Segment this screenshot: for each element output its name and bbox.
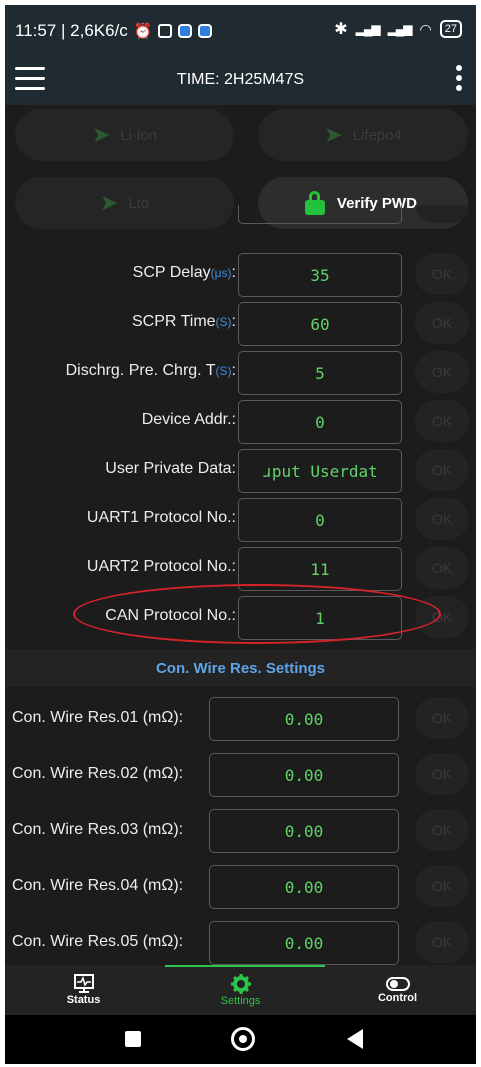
- ok-button[interactable]: OK: [415, 547, 469, 589]
- tab-control[interactable]: Control: [319, 965, 476, 1015]
- ok-button[interactable]: OK: [415, 921, 469, 963]
- red-highlight-ring: [73, 584, 441, 644]
- wire-label: Con. Wire Res.02 (mΩ):: [12, 765, 184, 782]
- send-arrow-icon: ➤: [99, 190, 119, 215]
- ok-button[interactable]: OK: [415, 253, 469, 295]
- status-bar: 11:57 | 2,6K6/c ⏰ ✱ ▂▄▆ ▂▄▆ ◠ 27: [5, 5, 476, 55]
- setting-label: UART2 Protocol No.:: [86, 558, 236, 575]
- tab-control-label: Control: [377, 992, 418, 1004]
- ok-button[interactable]: OK: [415, 498, 469, 540]
- ok-button[interactable]: OK: [415, 865, 469, 907]
- tab-status-label: Status: [66, 994, 101, 1006]
- battery-icon: 27: [439, 20, 462, 38]
- messenger-icon: [178, 24, 193, 38]
- wire-label: Con. Wire Res.03 (mΩ):: [12, 821, 184, 838]
- setting-label: User Private Data:: [105, 460, 236, 477]
- status-time: 11:57 | 2,6K6/c: [15, 21, 128, 40]
- setting-label: UART1 Protocol No.:: [86, 509, 236, 526]
- toggle-icon: [385, 977, 410, 991]
- bottom-navigation: Status Settings Control: [5, 965, 476, 1015]
- recents-button[interactable]: [125, 1031, 141, 1047]
- partial-field-above: [238, 205, 402, 224]
- alarm-icon: ⏰: [133, 23, 153, 40]
- setting-label: SCPR Time(S):: [131, 313, 236, 330]
- signal-icon: ▂▄▆: [355, 22, 381, 36]
- telegram-icon: [198, 24, 213, 38]
- signal-icon-2: ▂▄▆: [387, 22, 413, 36]
- ok-button[interactable]: OK: [415, 400, 469, 442]
- preset-lto-label: Lto: [128, 194, 150, 212]
- device-addr-input[interactable]: 0: [238, 400, 402, 444]
- ok-button[interactable]: OK: [415, 809, 469, 851]
- wire-res-02-input[interactable]: 0.00: [209, 753, 399, 797]
- scp-delay-input[interactable]: 35: [238, 253, 402, 297]
- scpr-time-input[interactable]: 60: [238, 302, 402, 346]
- system-navigation-bar: [5, 1015, 476, 1064]
- wire-label: Con. Wire Res.05 (mΩ):: [12, 933, 184, 950]
- user-private-data-input[interactable]: ɹput Userdat: [238, 449, 402, 493]
- wire-res-04-input[interactable]: 0.00: [209, 865, 399, 909]
- uart1-protocol-input[interactable]: 0: [238, 498, 402, 542]
- ok-button[interactable]: OK: [415, 753, 469, 795]
- send-arrow-icon: ➤: [91, 122, 111, 147]
- preset-lifepo4-button[interactable]: ➤ Lifepo4: [258, 109, 468, 161]
- wire-label: Con. Wire Res.04 (mΩ):: [12, 877, 184, 894]
- ok-button[interactable]: OK: [415, 449, 469, 491]
- ok-button[interactable]: OK: [415, 351, 469, 393]
- tab-status[interactable]: Status: [5, 965, 162, 1015]
- wire-res-05-input[interactable]: 0.00: [209, 921, 399, 965]
- gear-icon: [230, 974, 251, 994]
- preset-li-ion-button[interactable]: ➤ Li-ion: [15, 109, 234, 161]
- app-bar: TIME: 2H25M47S: [5, 55, 476, 105]
- setting-label: SCP Delay(μs):: [132, 264, 236, 281]
- wire-res-01-input[interactable]: 0.00: [209, 697, 399, 741]
- app-title: TIME: 2H25M47S: [176, 71, 305, 88]
- wire-label: Con. Wire Res.01 (mΩ):: [12, 709, 184, 726]
- bluetooth-icon: ✱: [334, 21, 348, 38]
- tab-settings-label: Settings: [220, 995, 261, 1007]
- tab-settings[interactable]: Settings: [162, 965, 319, 1015]
- back-button[interactable]: [347, 1029, 363, 1049]
- home-button[interactable]: [231, 1027, 255, 1051]
- preset-lifepo4-label: Lifepo4: [352, 126, 402, 144]
- ok-button[interactable]: OK: [415, 697, 469, 739]
- monitor-pulse-icon: [73, 974, 94, 993]
- more-options-icon[interactable]: [456, 65, 462, 95]
- phone-screen: 11:57 | 2,6K6/c ⏰ ✱ ▂▄▆ ▂▄▆ ◠ 27 TIME: 2…: [5, 5, 476, 1064]
- dischrg-pre-chrg-input[interactable]: 5: [238, 351, 402, 395]
- notification-icon: [158, 24, 173, 38]
- setting-label: Device Addr.:: [141, 411, 236, 428]
- preset-li-ion-label: Li-ion: [120, 126, 158, 144]
- ok-button[interactable]: OK: [415, 302, 469, 344]
- preset-lto-button[interactable]: ➤ Lto: [15, 177, 234, 229]
- wire-res-03-input[interactable]: 0.00: [209, 809, 399, 853]
- settings-content: ➤ Li-ion ➤ Lifepo4 ➤ Lto Verify PWD. SCP…: [5, 105, 476, 965]
- wifi-icon: ◠: [419, 20, 432, 37]
- setting-label: Dischrg. Pre. Chrg. T(S):: [65, 362, 236, 379]
- section-title: Con. Wire Res. Settings: [5, 649, 476, 687]
- send-arrow-icon: ➤: [324, 122, 343, 147]
